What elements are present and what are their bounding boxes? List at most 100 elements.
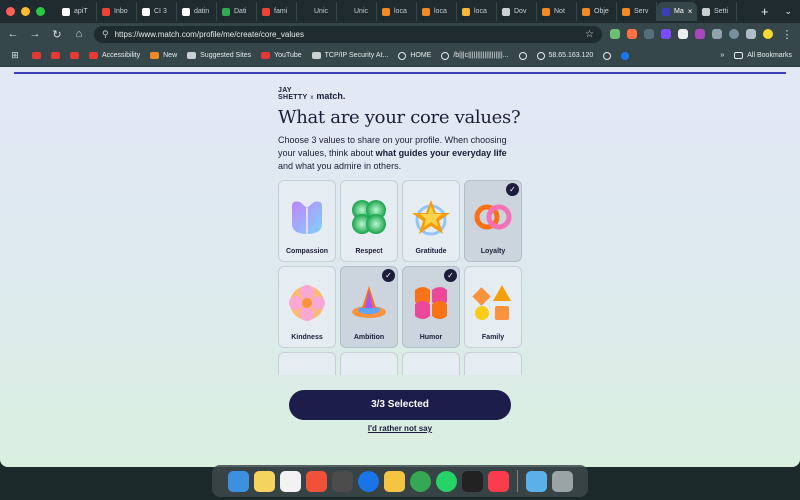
youtube-icon	[70, 52, 79, 59]
tab-14[interactable]: Serv	[617, 2, 657, 21]
extension-purple-icon[interactable]	[661, 29, 671, 39]
bookmark-star-icon[interactable]: ☆	[585, 29, 594, 40]
tab-5[interactable]: fami	[257, 2, 297, 21]
extension-color-icon[interactable]	[627, 29, 637, 39]
tab-16[interactable]: Setti	[697, 2, 737, 21]
bookmark-label: New	[163, 52, 178, 59]
tab-label: fami	[274, 8, 288, 15]
extension-box-icon[interactable]	[712, 29, 722, 39]
tab-9[interactable]: loca	[417, 2, 457, 21]
value-card-compassion[interactable]: Compassion	[278, 180, 336, 262]
value-card-ambition[interactable]: Ambition ✓	[340, 266, 398, 348]
minimize-window-button[interactable]	[21, 7, 30, 16]
bookmark-item[interactable]	[70, 52, 79, 59]
value-card-partial[interactable]	[340, 352, 398, 375]
whatsapp-icon[interactable]	[435, 470, 457, 492]
reload-button[interactable]: ↻	[50, 28, 64, 41]
gear-icon	[702, 7, 710, 16]
bookmark-item[interactable]: /b|||c|||||||||||||||||||...	[441, 51, 509, 60]
value-card-partial[interactable]	[402, 352, 460, 375]
bookmarks-overflow-button[interactable]: »	[720, 52, 724, 59]
respect-icon	[352, 200, 386, 234]
extension-compass-icon[interactable]	[729, 29, 739, 39]
zoom-window-button[interactable]	[36, 7, 45, 16]
value-card-partial[interactable]	[464, 352, 522, 375]
extension-android-icon[interactable]	[610, 29, 620, 39]
tab-label: Not	[554, 8, 565, 15]
value-card-humor[interactable]: Humor ✓	[402, 266, 460, 348]
address-bar[interactable]: ⚲ https://www.match.com/profile/me/creat…	[94, 25, 602, 43]
gmail-icon	[262, 7, 270, 16]
tab-10[interactable]: loca	[457, 2, 497, 21]
sublime-icon[interactable]	[331, 470, 353, 492]
value-card-loyalty[interactable]: Loyalty ✓	[464, 180, 522, 262]
value-card-respect[interactable]: Respect	[340, 180, 398, 262]
music-icon[interactable]	[487, 470, 509, 492]
tab-13[interactable]: Obje	[577, 2, 617, 21]
bookmark-item[interactable]: 58.65.163.120	[536, 51, 593, 60]
tab-3[interactable]: datin	[177, 2, 217, 21]
tab-8[interactable]: loca	[377, 2, 417, 21]
bookmark-item[interactable]: Suggested Sites	[187, 52, 251, 59]
gmail-icon	[102, 7, 110, 16]
site-info-icon[interactable]: ⚲	[102, 29, 109, 40]
value-card-partial[interactable]	[278, 352, 336, 375]
bookmark-item[interactable]	[32, 52, 41, 59]
tab-2[interactable]: CI 3	[137, 2, 177, 21]
notes-icon[interactable]	[253, 470, 275, 492]
tab-label: Unic	[314, 8, 329, 15]
value-card-gratitude[interactable]: Gratitude	[402, 180, 460, 262]
bookmark-item[interactable]	[621, 51, 630, 60]
cyberduck-icon[interactable]	[383, 470, 405, 492]
all-bookmarks-button[interactable]: All Bookmarks	[734, 52, 792, 59]
tab-1[interactable]: Inbo	[97, 2, 137, 21]
value-card-kindness[interactable]: Kindness	[278, 266, 336, 348]
tab-6[interactable]: Unic	[297, 2, 337, 21]
bookmark-item[interactable]: New	[150, 52, 177, 59]
extension-tag-icon[interactable]	[695, 29, 705, 39]
maps-pin-icon[interactable]	[357, 470, 379, 492]
bookmark-item[interactable]: YouTube	[261, 52, 302, 59]
browser-toolbar: ← → ↻ ⌂ ⚲ https://www.match.com/profile/…	[0, 23, 800, 45]
bookmark-item[interactable]	[51, 52, 60, 59]
bookmark-item[interactable]: TCP/IP Security At...	[311, 52, 388, 59]
tab-11[interactable]: Dov	[497, 2, 537, 21]
bookmark-item[interactable]: Accessibility	[89, 52, 140, 59]
bookmark-item[interactable]	[603, 51, 612, 60]
youtube-icon	[32, 52, 41, 59]
browser-menu-icon[interactable]: ⋮	[780, 28, 794, 41]
selected-count-button[interactable]: 3/3 Selected	[289, 390, 511, 420]
bookmark-item[interactable]: HOME	[398, 51, 431, 60]
tab-12[interactable]: Not	[537, 2, 577, 21]
back-button[interactable]: ←	[6, 28, 20, 40]
extensions-puzzle-icon[interactable]	[746, 29, 756, 39]
close-window-button[interactable]	[6, 7, 15, 16]
extension-square-icon[interactable]	[644, 29, 654, 39]
close-tab-icon[interactable]: ×	[688, 7, 693, 16]
tab-7[interactable]: Unic	[337, 2, 377, 21]
brand-line2: SHETTY	[278, 94, 308, 101]
swift-icon[interactable]	[305, 470, 327, 492]
trash-icon[interactable]	[551, 470, 573, 492]
new-tab-button[interactable]: +	[753, 4, 777, 19]
finder-icon[interactable]	[227, 470, 249, 492]
home-button[interactable]: ⌂	[72, 28, 86, 40]
tab-15[interactable]: Ma ×	[657, 2, 697, 21]
bookmark-item[interactable]	[518, 51, 527, 60]
reminders-icon[interactable]	[279, 470, 301, 492]
skip-link[interactable]: I'd rather not say	[289, 424, 511, 433]
sheets-icon	[222, 7, 230, 16]
address-url[interactable]: https://www.match.com/profile/me/create/…	[115, 30, 579, 39]
extension-copy-icon[interactable]	[678, 29, 688, 39]
terminal-icon[interactable]	[461, 470, 483, 492]
tab-4[interactable]: Dati	[217, 2, 257, 21]
value-label: Kindness	[291, 334, 323, 341]
tab-0[interactable]: apiT	[57, 2, 97, 21]
folder-icon[interactable]	[525, 470, 547, 492]
tab-search-chevron-icon[interactable]: ⌄	[776, 6, 800, 17]
forward-button[interactable]: →	[28, 28, 42, 40]
chrome-icon[interactable]	[409, 470, 431, 492]
apps-grid-icon[interactable]: ⊞	[8, 50, 22, 61]
value-card-family[interactable]: Family	[464, 266, 522, 348]
profile-avatar[interactable]	[763, 29, 773, 39]
